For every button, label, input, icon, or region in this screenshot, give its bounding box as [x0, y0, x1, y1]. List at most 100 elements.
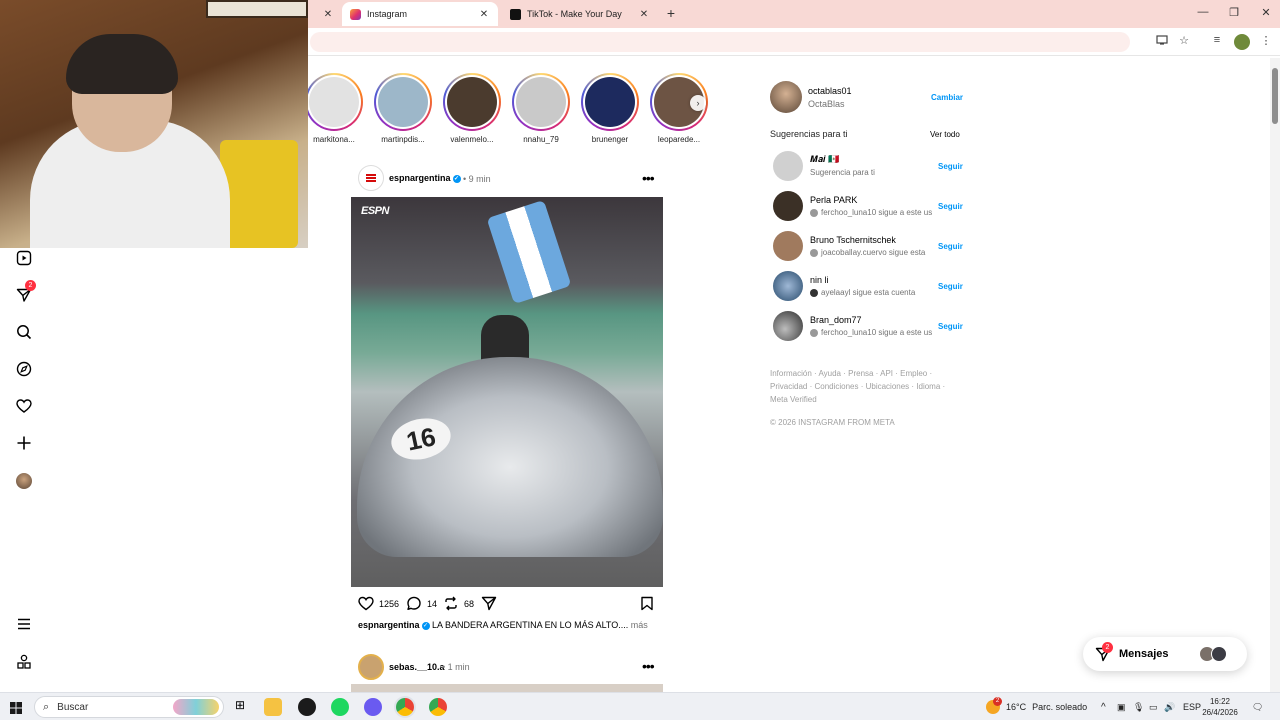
weather-description: Parc. soleado	[1032, 702, 1088, 712]
post-time: • 9 min	[463, 174, 491, 184]
suggestion-name[interactable]: 𝑴𝒂𝒊 🇲🇽	[810, 154, 839, 165]
suggestion-avatar[interactable]	[773, 271, 803, 301]
menu-kebab-icon[interactable]: ⋮	[1258, 34, 1274, 50]
story-ring	[305, 73, 363, 131]
bookmark-star-icon[interactable]: ☆	[1176, 34, 1192, 50]
minimize-icon[interactable]: —	[1193, 6, 1213, 18]
story-item[interactable]: valenmelo...	[442, 73, 502, 144]
messages-count-badge: 2	[25, 280, 36, 291]
follow-button[interactable]: Seguir	[938, 202, 963, 211]
volume-icon[interactable]: 🔊	[1164, 693, 1175, 720]
address-bar[interactable]	[310, 32, 1130, 52]
system-clock[interactable]: 16:22 26/4/2026	[1200, 696, 1240, 718]
suggestion-reason-text: joacoballay.cuervo sigue esta	[821, 248, 926, 257]
suggestion-avatar[interactable]	[773, 231, 803, 261]
discord-icon[interactable]	[364, 698, 382, 716]
profile-avatar-icon[interactable]	[1234, 34, 1250, 50]
suggestion-reason-text: ferchoo_luna10 sigue a este us	[821, 328, 932, 337]
post-author-avatar[interactable]	[358, 165, 384, 191]
post-author-name[interactable]: sebas.__10.a	[389, 662, 445, 672]
story-item[interactable]: nnahu_79	[511, 73, 571, 144]
explore-compass-icon[interactable]	[14, 359, 34, 379]
page-scrollbar-track[interactable]	[1270, 58, 1280, 692]
comment-button[interactable]: 14	[406, 596, 437, 611]
suggestion-name[interactable]: Bruno Tschernitschek	[810, 235, 896, 245]
caption-author[interactable]: espnargentina	[358, 620, 420, 630]
app-icon[interactable]	[298, 698, 316, 716]
suggestion-avatar[interactable]	[773, 191, 803, 221]
profile-avatar	[16, 473, 32, 489]
direct-messages-icon[interactable]: 2	[14, 280, 36, 305]
story-item[interactable]: martinpdis...	[373, 73, 433, 144]
story-avatar	[447, 77, 497, 127]
spotify-icon[interactable]	[331, 698, 349, 716]
my-avatar[interactable]	[770, 81, 802, 113]
post-options-icon[interactable]: •••	[642, 658, 655, 674]
follow-button[interactable]: Seguir	[938, 282, 963, 291]
suggestion-name[interactable]: Bran_dom77	[810, 315, 862, 325]
caption-more-link[interactable]: más	[631, 620, 648, 630]
post-image[interactable]	[351, 684, 663, 692]
input-language[interactable]: ESP	[1183, 693, 1201, 720]
reading-list-icon[interactable]: ≡	[1209, 34, 1225, 50]
close-tab-icon[interactable]: ✕	[478, 9, 490, 20]
close-tab-icon[interactable]: ✕	[638, 9, 650, 20]
repost-count: 68	[464, 598, 475, 609]
switch-account-link[interactable]: Cambiar	[931, 93, 963, 102]
windows-taskbar: ⌕ Buscar ⊞ 16°C Parc. soleado 2 ^ ▣ 🎙 ▭ …	[0, 692, 1280, 720]
network-icon[interactable]: ▭	[1149, 693, 1158, 720]
more-menu-icon[interactable]	[14, 614, 34, 634]
save-button[interactable]	[640, 596, 659, 611]
weather-widget[interactable]: 16°C Parc. soleado	[986, 693, 1087, 720]
chrome-icon[interactable]	[396, 698, 414, 716]
new-tab-button[interactable]: +	[664, 5, 678, 21]
story-item[interactable]: brunenger	[580, 73, 640, 144]
post-options-icon[interactable]: •••	[642, 170, 655, 186]
microphone-icon[interactable]: 🎙	[1133, 693, 1144, 720]
post-author-avatar[interactable]	[358, 654, 384, 680]
reels-icon[interactable]	[14, 248, 34, 268]
person-hair	[66, 34, 178, 94]
like-button[interactable]: 1256	[358, 596, 399, 611]
follow-button[interactable]: Seguir	[938, 322, 963, 331]
stories-next-chevron-icon[interactable]: ›	[690, 95, 706, 111]
windows-start-icon[interactable]	[10, 701, 22, 719]
close-tab-icon[interactable]: ✕	[322, 9, 334, 20]
messages-button[interactable]: 2 Mensajes	[1083, 637, 1247, 671]
task-view-icon[interactable]: ⊞	[231, 698, 249, 716]
cast-icon[interactable]	[1154, 34, 1170, 50]
restore-icon[interactable]: ❐	[1224, 6, 1244, 19]
search-icon[interactable]	[14, 322, 34, 342]
story-username: valenmelo...	[450, 135, 494, 144]
page-scrollbar-thumb[interactable]	[1272, 68, 1278, 124]
footer-links[interactable]: Información · Ayuda · Prensa · API · Emp…	[770, 367, 950, 406]
follow-button[interactable]: Seguir	[938, 242, 963, 251]
tab-instagram[interactable]: Instagram ✕	[342, 2, 498, 26]
profile-nav-item[interactable]	[14, 471, 34, 491]
post-image[interactable]: ESPN 16	[351, 197, 663, 587]
notifications-heart-icon[interactable]	[14, 396, 34, 416]
tab-title: Instagram	[367, 9, 408, 19]
close-window-icon[interactable]: ✕	[1256, 6, 1276, 19]
chrome-icon[interactable]	[429, 698, 447, 716]
story-avatar	[585, 77, 635, 127]
see-all-link[interactable]: Ver todo	[930, 130, 960, 139]
suggestion-avatar[interactable]	[773, 151, 803, 181]
tray-app-icon[interactable]: ▣	[1117, 693, 1126, 720]
repost-button[interactable]: 68	[443, 596, 474, 611]
post-author-name[interactable]: espnargentina ✓	[389, 173, 461, 183]
tab-tiktok[interactable]: TikTok - Make Your Day ✕	[502, 2, 658, 26]
tray-overflow-chevron-icon[interactable]: ^	[1101, 693, 1106, 720]
create-plus-icon[interactable]	[14, 433, 34, 453]
suggestion-avatar[interactable]	[773, 311, 803, 341]
suggestion-name[interactable]: nin li	[810, 275, 829, 285]
threads-apps-icon[interactable]	[14, 652, 34, 672]
follow-button[interactable]: Seguir	[938, 162, 963, 171]
share-button[interactable]	[481, 596, 502, 611]
story-item[interactable]: markitona...	[304, 73, 364, 144]
suggestion-name[interactable]: Perla PARK	[810, 195, 857, 205]
my-username[interactable]: octablas01	[808, 86, 852, 96]
notification-center-icon[interactable]: 🗨	[1252, 693, 1263, 720]
taskbar-search[interactable]: ⌕ Buscar	[34, 696, 224, 718]
file-explorer-icon[interactable]	[264, 698, 282, 716]
